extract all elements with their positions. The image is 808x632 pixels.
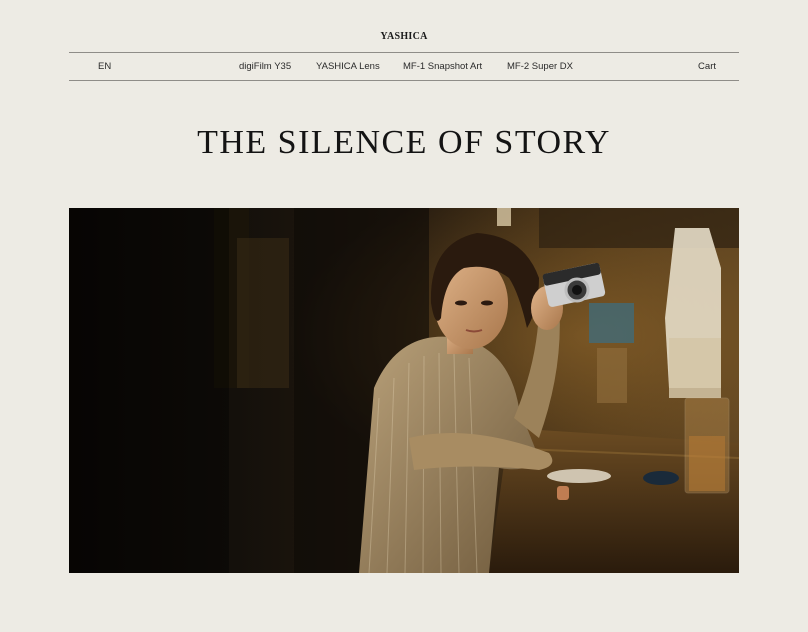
header-divider-top <box>69 52 739 53</box>
header-divider-bottom <box>69 80 739 81</box>
brand-logo[interactable]: YASHICA <box>0 31 808 42</box>
hero-image <box>69 208 739 573</box>
nav-item-mf1-snapshot-art[interactable]: MF-1 Snapshot Art <box>403 61 482 72</box>
hero-illustration <box>69 208 739 573</box>
cart-link[interactable]: Cart <box>698 61 716 72</box>
nav-item-yashica-lens[interactable]: YASHICA Lens <box>316 61 380 72</box>
nav-item-mf2-super-dx[interactable]: MF-2 Super DX <box>507 61 573 72</box>
page-title: THE SILENCE OF STORY <box>197 124 611 161</box>
language-selector[interactable]: EN <box>98 61 111 72</box>
nav-item-digifilm-y35[interactable]: digiFilm Y35 <box>239 61 291 72</box>
